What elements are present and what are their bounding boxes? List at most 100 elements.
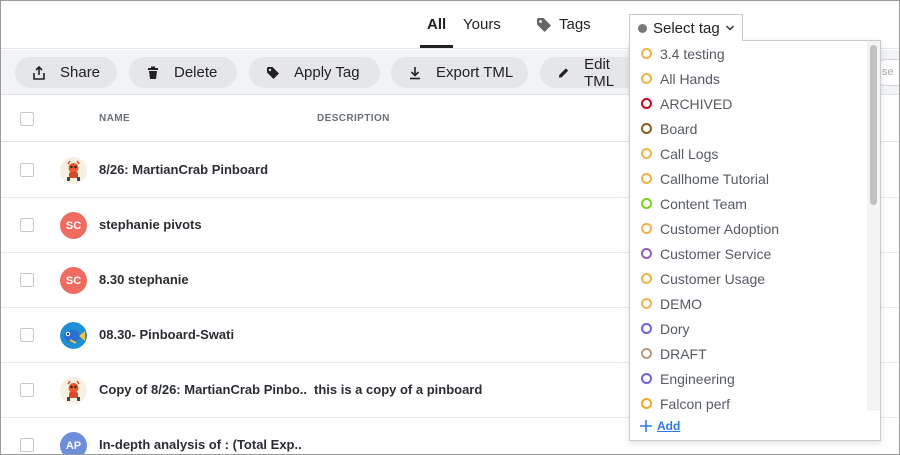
tag-option-label: Engineering — [660, 370, 735, 387]
tag-color-dot — [638, 23, 647, 33]
row-name[interactable]: 08.30- Pinboard-Swati — [99, 327, 234, 342]
tag-icon — [537, 17, 551, 32]
row-description: this is a copy of a pinboard — [314, 382, 483, 397]
avatar: AP — [60, 432, 87, 454]
row-checkbox[interactable] — [20, 163, 34, 177]
avatar — [60, 377, 87, 404]
dropdown-scrollbar-thumb[interactable] — [870, 45, 877, 205]
tag-option[interactable]: Engineering — [630, 366, 866, 391]
share-icon — [33, 65, 45, 80]
row-checkbox[interactable] — [20, 273, 34, 287]
tag-icon — [267, 66, 279, 79]
tag-option[interactable]: Customer Adoption — [630, 216, 866, 241]
avatar: SC — [60, 212, 87, 239]
add-tag-label: Add — [657, 419, 681, 433]
tag-option[interactable]: Customer Service — [630, 241, 866, 266]
tag-option[interactable]: Callhome Tutorial — [630, 166, 866, 191]
tag-option-label: Falcon perf — [660, 395, 731, 412]
row-checkbox[interactable] — [20, 438, 34, 452]
tag-color-ring-icon — [641, 248, 652, 259]
tag-color-ring-icon — [641, 198, 652, 209]
tag-option[interactable]: All Hands — [630, 66, 866, 91]
tag-color-ring-icon — [641, 273, 652, 284]
crab-avatar-icon — [67, 380, 80, 401]
plus-icon — [640, 420, 652, 432]
tag-color-ring-icon — [641, 223, 652, 234]
fish-avatar-icon — [60, 322, 87, 349]
tag-option[interactable]: Call Logs — [630, 141, 866, 166]
tab-yours[interactable]: Yours — [463, 16, 501, 33]
tag-option[interactable]: Dory — [630, 316, 866, 341]
add-tag-link[interactable]: Add — [639, 419, 680, 433]
delete-button[interactable]: Delete — [129, 57, 237, 88]
delete-button-label: Delete — [174, 64, 218, 81]
tag-option-label: Call Logs — [660, 145, 719, 162]
download-icon — [410, 66, 420, 79]
tag-color-ring-icon — [641, 398, 652, 409]
tab-tags[interactable]: Tags — [536, 16, 591, 33]
select-all-checkbox[interactable] — [20, 112, 34, 126]
tag-color-ring-icon — [641, 123, 652, 134]
apply-tag-button[interactable]: Apply Tag — [249, 57, 380, 88]
row-checkbox[interactable] — [20, 383, 34, 397]
tag-option[interactable]: Falcon perf — [630, 391, 866, 413]
tag-color-ring-icon — [641, 148, 652, 159]
crab-avatar-icon — [67, 160, 80, 181]
trash-icon — [148, 66, 158, 79]
tag-option-label: Customer Service — [660, 245, 772, 262]
tag-dropdown-menu: 3.4 testing All Hands ARCHIVED Board Call Lo… — [629, 40, 881, 441]
tag-color-ring-icon — [641, 73, 652, 84]
tab-tags-label: Tags — [559, 16, 591, 33]
row-name[interactable]: 8.30 stephanie — [99, 272, 189, 287]
row-checkbox[interactable] — [20, 328, 34, 342]
avatar: SC — [60, 267, 87, 294]
active-tab-indicator — [420, 45, 453, 48]
apply-tag-button-label: Apply Tag — [294, 64, 360, 81]
share-button[interactable]: Share — [15, 57, 117, 88]
tag-option-label: Customer Adoption — [660, 220, 780, 237]
tag-color-ring-icon — [641, 173, 652, 184]
tag-color-ring-icon — [641, 323, 652, 334]
avatar — [60, 157, 87, 184]
tag-option-label: All Hands — [660, 70, 720, 87]
tag-color-ring-icon — [641, 298, 652, 309]
chevron-down-icon — [725, 25, 734, 31]
app-frame: All Yours Tags Select tag Share Delete A… — [0, 0, 900, 455]
select-tag-dropdown[interactable]: Select tag — [629, 14, 743, 41]
row-name[interactable]: stephanie pivots — [99, 217, 202, 232]
export-tml-button-label: Export TML — [436, 64, 514, 81]
row-name[interactable]: 8/26: MartianCrab Pinboard — [99, 162, 268, 177]
tag-option-label: DRAFT — [660, 345, 707, 362]
tag-color-ring-icon — [641, 373, 652, 384]
avatar — [60, 322, 87, 349]
row-name[interactable]: Copy of 8/26: MartianCrab Pinbo.. — [99, 382, 307, 397]
tag-color-ring-icon — [641, 98, 652, 109]
tag-option-label: Dory — [660, 320, 690, 337]
select-tag-label: Select tag — [653, 19, 720, 37]
tag-option-label: Content Team — [660, 195, 747, 212]
tag-option[interactable]: 3.4 testing — [630, 41, 866, 66]
share-button-label: Share — [60, 64, 101, 81]
column-header-description: DESCRIPTION — [317, 113, 390, 124]
export-tml-button[interactable]: Export TML — [391, 57, 528, 88]
column-header-name[interactable]: NAME — [99, 113, 130, 124]
tag-option[interactable]: DRAFT — [630, 341, 866, 366]
tag-option-label: Customer Usage — [660, 270, 766, 287]
tag-option-list: 3.4 testing All Hands ARCHIVED Board Call Lo… — [630, 41, 866, 413]
tag-option-label: DEMO — [660, 295, 702, 312]
pencil-icon — [558, 67, 569, 78]
tab-all[interactable]: All — [427, 16, 446, 33]
tag-color-ring-icon — [641, 348, 652, 359]
row-name[interactable]: In-depth analysis of : (Total Exp.. — [99, 437, 302, 452]
tag-option-label: 3.4 testing — [660, 45, 725, 62]
tag-option[interactable]: Content Team — [630, 191, 866, 216]
tag-option-label: ARCHIVED — [660, 95, 733, 112]
tag-option[interactable]: ARCHIVED — [630, 91, 866, 116]
row-checkbox[interactable] — [20, 218, 34, 232]
tag-option[interactable]: Customer Usage — [630, 266, 866, 291]
edit-tml-button[interactable]: Edit TML — [540, 56, 640, 90]
tag-color-ring-icon — [641, 48, 652, 59]
tag-option[interactable]: DEMO — [630, 291, 866, 316]
tag-option[interactable]: Board — [630, 116, 866, 141]
tag-option-label: Callhome Tutorial — [660, 170, 769, 187]
